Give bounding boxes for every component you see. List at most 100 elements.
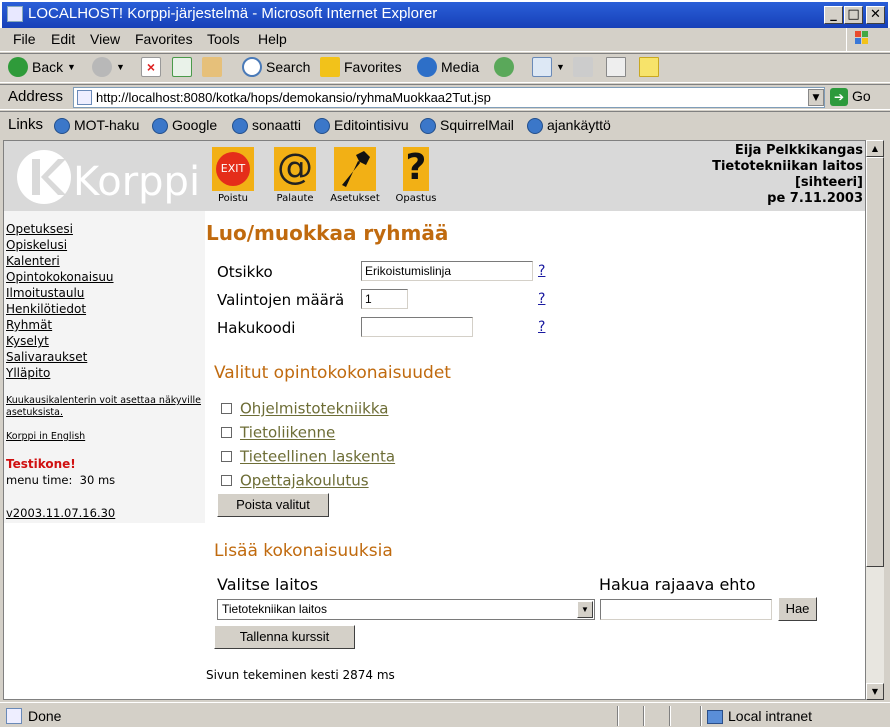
selected-modules-heading: Valitut opintokokonaisuudet — [214, 363, 451, 383]
link-squirrelmail[interactable]: SquirrelMail — [420, 117, 514, 135]
selection-count-input[interactable]: 1 — [361, 289, 408, 309]
star-icon — [320, 57, 340, 77]
close-button[interactable]: ✕ — [866, 6, 885, 24]
current-date: pe 7.11.2003 — [767, 191, 863, 206]
mail-button[interactable]: ▼ — [532, 57, 565, 81]
ie-link-icon — [527, 118, 543, 135]
module-link[interactable]: Ohjelmistotekniikka — [240, 400, 388, 418]
ie-link-icon — [152, 118, 168, 135]
menu-favorites[interactable]: Favorites — [135, 31, 193, 47]
refresh-button[interactable] — [172, 57, 196, 81]
module-checkbox[interactable] — [221, 451, 232, 462]
status-text: Done — [28, 708, 62, 724]
search-icon — [242, 57, 262, 77]
media-button[interactable]: Media — [417, 57, 479, 81]
history-icon — [494, 57, 514, 77]
home-button[interactable] — [202, 57, 226, 81]
title-bar: LOCALHOST! Korppi-järjestelmä - Microsof… — [0, 0, 890, 28]
chevron-down-icon: ▼ — [67, 62, 76, 72]
nav-item-kalenteri[interactable]: Kalenteri — [6, 253, 202, 269]
back-button[interactable]: Back ▼ — [8, 57, 76, 81]
module-link[interactable]: Tietoliikenne — [240, 424, 335, 442]
title-input[interactable]: Erikoistumislinja — [361, 261, 533, 281]
user-info: Eija Pelkkikangas Tietotekniikan laitos … — [712, 143, 863, 207]
history-button[interactable] — [494, 57, 518, 81]
go-button[interactable]: ➔ Go — [830, 88, 871, 107]
filter-input[interactable] — [600, 599, 772, 620]
search-code-input[interactable] — [361, 317, 473, 337]
module-link[interactable]: Opettajakoulutus — [240, 472, 369, 490]
nav-item-yllapito[interactable]: Ylläpito — [6, 365, 202, 381]
department-select[interactable]: Tietotekniikan laitos ▼ — [217, 599, 595, 620]
user-role: [sihteeri] — [794, 175, 863, 190]
link-editointisivu[interactable]: Editointisivu — [314, 117, 409, 135]
page-render-time: Sivun tekeminen kesti 2874 ms — [206, 668, 395, 682]
minimize-button[interactable]: _ — [824, 6, 843, 24]
title-label: Otsikko — [217, 263, 273, 281]
exit-icon: EXIT — [212, 147, 254, 191]
module-checkbox[interactable] — [221, 403, 232, 414]
nav-item-opintokokonaisuu[interactable]: Opintokokonaisuu — [6, 269, 202, 285]
links-bar: Links MOT-haku Google sonaatti Editointi… — [0, 111, 890, 138]
title-help-link[interactable]: ? — [538, 263, 545, 279]
module-link[interactable]: Tieteellinen laskenta — [240, 448, 395, 466]
link-ajankaytto[interactable]: ajankäyttö — [527, 117, 611, 135]
add-modules-heading: Lisää kokonaisuuksia — [214, 541, 393, 561]
scroll-up-button[interactable]: ▲ — [866, 140, 884, 157]
english-link[interactable]: Korppi in English — [6, 431, 202, 443]
remove-selected-button[interactable]: Poista valitut — [217, 493, 329, 517]
menu-view[interactable]: View — [90, 31, 120, 47]
messenger-button[interactable] — [639, 57, 663, 81]
nav-item-ryhmat[interactable]: Ryhmät — [6, 317, 202, 333]
nav-item-ilmoitustaulu[interactable]: Ilmoitustaulu — [6, 285, 202, 301]
test-machine-label: Testikone! — [6, 457, 76, 471]
menu-help[interactable]: Help — [258, 31, 287, 47]
ie-page-icon — [7, 6, 23, 22]
menu-tools[interactable]: Tools — [207, 31, 240, 47]
ie-link-icon — [54, 118, 70, 135]
refresh-icon — [172, 57, 192, 77]
nav-item-henkilotiedot[interactable]: Henkilötiedot — [6, 301, 202, 317]
link-google[interactable]: Google — [152, 117, 217, 135]
page-viewport: Korppi EXIT Poistu @ Palaute Asetukset ?… — [3, 140, 866, 700]
help-icon-button[interactable]: ? Opastus — [392, 147, 440, 204]
scroll-thumb[interactable] — [866, 157, 884, 567]
stop-button[interactable]: × — [141, 57, 165, 81]
edit-button[interactable] — [606, 57, 630, 81]
nav-item-salivaraukset[interactable]: Salivaraukset — [6, 349, 202, 365]
address-input[interactable]: http://localhost:8080/kotka/hops/demokan… — [73, 87, 825, 108]
status-divider — [669, 706, 671, 726]
address-dropdown-button[interactable]: ▼ — [808, 89, 824, 106]
back-arrow-icon — [8, 57, 28, 77]
selection-count-help-link[interactable]: ? — [538, 291, 545, 307]
print-button[interactable] — [573, 57, 597, 81]
feedback-icon-button[interactable]: @ Palaute — [271, 147, 319, 204]
calendar-settings-link[interactable]: Kuukausikalenterin voit asettaa näkyvill… — [6, 395, 202, 419]
search-button[interactable]: Hae — [778, 597, 817, 621]
nav-item-kyselyt[interactable]: Kyselyt — [6, 333, 202, 349]
vertical-scrollbar[interactable]: ▲ ▼ — [866, 140, 884, 700]
settings-icon-button[interactable]: Asetukset — [327, 147, 383, 204]
link-mot-haku[interactable]: MOT-haku — [54, 117, 139, 135]
address-label: Address — [8, 88, 64, 105]
link-sonaatti[interactable]: sonaatti — [232, 117, 301, 135]
save-courses-button[interactable]: Tallenna kurssit — [214, 625, 355, 649]
nav-item-opiskelusi[interactable]: Opiskelusi — [6, 237, 202, 253]
maximize-button[interactable]: □ — [844, 6, 863, 24]
status-bar: Done Local intranet — [0, 702, 890, 727]
favorites-button[interactable]: Favorites — [320, 57, 402, 81]
forward-button[interactable]: ▼ — [92, 57, 125, 81]
menu-file[interactable]: File — [13, 31, 36, 47]
exit-icon-button[interactable]: EXIT Poistu — [209, 147, 257, 204]
search-button[interactable]: Search — [242, 57, 310, 81]
media-icon — [417, 57, 437, 77]
forward-arrow-icon — [92, 57, 112, 77]
module-checkbox[interactable] — [221, 475, 232, 486]
scroll-down-button[interactable]: ▼ — [866, 683, 884, 700]
search-code-help-link[interactable]: ? — [538, 319, 545, 335]
version-link[interactable]: v2003.11.07.16.30 — [6, 505, 202, 521]
printer-icon — [573, 57, 593, 77]
module-checkbox[interactable] — [221, 427, 232, 438]
nav-item-opetuksesi[interactable]: Opetuksesi — [6, 221, 202, 237]
menu-edit[interactable]: Edit — [51, 31, 75, 47]
